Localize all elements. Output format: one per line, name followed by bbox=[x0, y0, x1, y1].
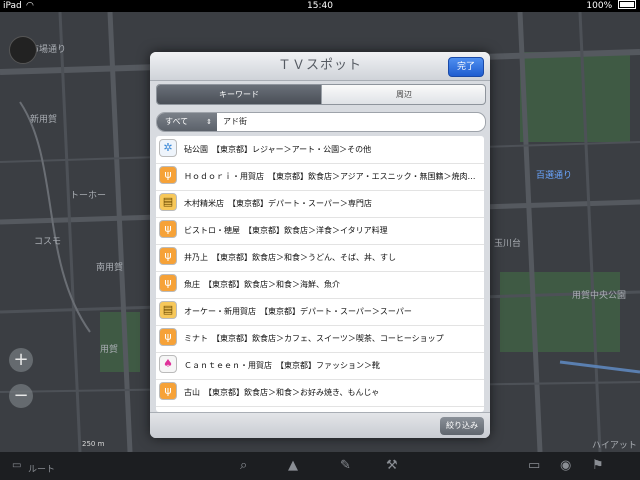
list-item[interactable]: ψ 古山 【東京都】飲食店＞和食＞お好み焼き、もんじゃ bbox=[156, 379, 484, 407]
list-item-label: ビストロ・穂屋 【東京都】飲食店＞洋食＞イタリア料理 bbox=[184, 226, 388, 235]
list-item[interactable]: ψ Ｈｏｄｏｒｉ・用賀店 【東京都】飲食店＞アジア・エスニック・無国籍＞焼肉… bbox=[156, 163, 484, 191]
list-item-label: 古山 【東京都】飲食店＞和食＞お好み焼き、もんじゃ bbox=[184, 388, 380, 397]
leisure-icon: ✲ bbox=[159, 139, 177, 157]
battery-percent: 100% bbox=[586, 1, 613, 11]
tab-nearby[interactable]: 周辺 bbox=[321, 85, 485, 104]
map-label: 新用賀 bbox=[30, 115, 58, 125]
route-label[interactable]: ルート bbox=[28, 462, 55, 475]
list-item[interactable]: ▤ 木村精米店 【東京都】デパート・スーパー＞専門店 bbox=[156, 190, 484, 218]
map-label: 南用賀 bbox=[96, 263, 124, 273]
list-item[interactable]: ψ 魚庄 【東京都】飲食店＞和食＞海鮮、魚介 bbox=[156, 271, 484, 299]
list-item-label: ミナト 【東京都】飲食店＞カフェ、スイーツ＞喫茶、コーヒーショップ bbox=[184, 334, 444, 343]
search-icon[interactable]: ⌕ bbox=[240, 458, 247, 473]
map-label: 用賀 bbox=[100, 345, 119, 355]
tv-spot-dialog: ＴＶスポット 完了 キーワード 周辺 すべて ⇕ アド街 ✲ 砧公園 【東京都】… bbox=[150, 52, 490, 438]
list-item[interactable]: ✲ 砧公園 【東京都】レジャー＞アート・公園＞その他 bbox=[156, 136, 484, 164]
map-label: トーホー bbox=[70, 191, 107, 201]
map-label: 玉川台 bbox=[494, 239, 522, 249]
map-label: 用賀中央公園 bbox=[572, 291, 627, 301]
wrench-icon[interactable]: ⚒ bbox=[386, 458, 398, 473]
restaurant-icon: ψ bbox=[159, 247, 177, 265]
list-item[interactable]: ψ 井乃上 【東京都】飲食店＞和食＞うどん、そば、丼、すし bbox=[156, 244, 484, 272]
pencil-icon[interactable]: ✎ bbox=[340, 458, 351, 473]
segmented-control: キーワード 周辺 bbox=[156, 84, 486, 105]
dialog-footer: 絞り込み bbox=[150, 412, 490, 438]
clothing-icon: ♠ bbox=[159, 355, 177, 373]
bottom-toolbar: ▭ ルート ⌕ ▲ ✎ ⚒ ▭ ◉ ⚑ bbox=[0, 452, 640, 480]
scope-selector[interactable]: すべて ⇕ bbox=[157, 113, 217, 131]
list-item-label: 木村精米店 【東京都】デパート・スーパー＞専門店 bbox=[184, 199, 372, 208]
list-item[interactable]: ψ ビストロ・穂屋 【東京都】飲食店＞洋食＞イタリア料理 bbox=[156, 217, 484, 245]
restaurant-icon: ψ bbox=[159, 382, 177, 400]
search-input[interactable]: アド街 bbox=[223, 113, 247, 131]
done-button[interactable]: 完了 bbox=[447, 57, 484, 77]
clock: 15:40 bbox=[307, 1, 333, 11]
globe-icon[interactable]: ◉ bbox=[560, 458, 571, 473]
restaurant-icon: ψ bbox=[159, 274, 177, 292]
flag-icon[interactable]: ⚑ bbox=[592, 458, 604, 473]
restaurant-icon: ψ bbox=[159, 328, 177, 346]
compass-button[interactable] bbox=[9, 36, 37, 64]
location-arrow-icon[interactable]: ▲ bbox=[288, 458, 298, 473]
list-item[interactable]: ψ ミナト 【東京都】飲食店＞カフェ、スイーツ＞喫茶、コーヒーショップ bbox=[156, 325, 484, 353]
restaurant-icon: ψ bbox=[159, 166, 177, 184]
shopping-cart-icon: ▤ bbox=[159, 301, 177, 319]
battery-icon bbox=[618, 0, 636, 9]
map-label: ハイアット bbox=[592, 441, 637, 451]
zoom-in-button[interactable]: + bbox=[9, 348, 33, 372]
list-item-label: Ｈｏｄｏｒｉ・用賀店 【東京都】飲食店＞アジア・エスニック・無国籍＞焼肉… bbox=[184, 172, 476, 181]
results-list: ✲ 砧公園 【東京都】レジャー＞アート・公園＞その他 ψ Ｈｏｄｏｒｉ・用賀店 … bbox=[156, 136, 484, 412]
battery-indicator: 100% bbox=[586, 0, 636, 12]
tv-icon[interactable]: ▭ bbox=[528, 458, 540, 473]
restaurant-icon: ψ bbox=[159, 220, 177, 238]
status-bar: iPad ◠ 15:40 100% bbox=[0, 0, 640, 12]
list-item-label: 井乃上 【東京都】飲食店＞和食＞うどん、そば、丼、すし bbox=[184, 253, 396, 262]
scope-label: すべて bbox=[165, 117, 189, 126]
search-bar: すべて ⇕ アド街 bbox=[156, 112, 486, 132]
map-label: 百選通り bbox=[536, 171, 573, 181]
list-item-label: オーケー・新用賀店 【東京都】デパート・スーパー＞スーパー bbox=[184, 307, 412, 316]
list-item[interactable]: ▤ オーケー・新用賀店 【東京都】デパート・スーパー＞スーパー bbox=[156, 298, 484, 326]
list-item-label: Ｃａｎｔｅｅｎ・用賀店 【東京都】ファッション＞靴 bbox=[184, 361, 380, 370]
dialog-header: ＴＶスポット 完了 bbox=[150, 52, 490, 81]
shopping-cart-icon: ▤ bbox=[159, 193, 177, 211]
filter-button[interactable]: 絞り込み bbox=[440, 417, 484, 435]
tab-keyword[interactable]: キーワード bbox=[157, 85, 321, 104]
zoom-out-button[interactable]: − bbox=[9, 384, 33, 408]
scale-label: 250 m bbox=[82, 440, 105, 448]
list-item-label: 砧公園 【東京都】レジャー＞アート・公園＞その他 bbox=[184, 145, 372, 154]
dialog-title: ＴＶスポット bbox=[277, 58, 362, 73]
list-item-label: 魚庄 【東京都】飲食店＞和食＞海鮮、魚介 bbox=[184, 280, 340, 289]
route-icon[interactable]: ▭ bbox=[12, 460, 21, 471]
list-item[interactable]: ♠ Ｃａｎｔｅｅｎ・用賀店 【東京都】ファッション＞靴 bbox=[156, 352, 484, 380]
map-label: コスモ bbox=[34, 237, 62, 247]
updown-arrows-icon: ⇕ bbox=[206, 118, 212, 126]
